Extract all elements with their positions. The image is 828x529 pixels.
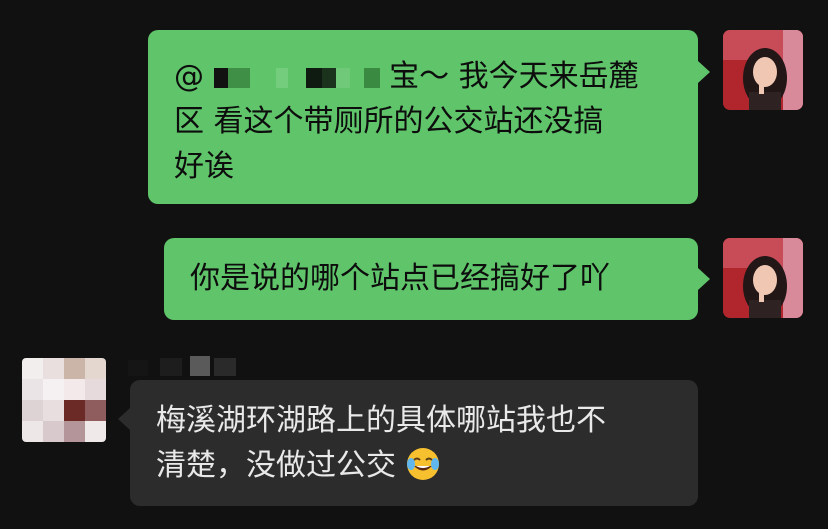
message-line: 好诶 — [174, 149, 234, 184]
message-bubble-1[interactable]: @ 宝～ 我今天来岳麓 区 看这个带厕所的公交站还没搞 好诶 — [148, 30, 698, 204]
contact-avatar[interactable] — [22, 358, 106, 442]
message-line: @ 宝～ 我今天来岳麓 — [174, 54, 698, 99]
self-avatar[interactable] — [723, 30, 803, 110]
pixelated-avatar-image — [22, 358, 106, 442]
message-bubble-3[interactable]: 梅溪湖环湖路上的具体哪站我也不 清楚，没做过公交 — [130, 380, 698, 506]
redacted-mention-name — [213, 59, 380, 94]
self-avatar[interactable] — [723, 238, 803, 318]
bubble-tail — [118, 408, 130, 430]
bubble-tail — [698, 268, 710, 290]
message-bubble-2[interactable]: 你是说的哪个站点已经搞好了吖 — [164, 238, 698, 320]
bubble-tail — [698, 61, 710, 83]
message-line: 区 看这个带厕所的公交站还没搞 — [174, 104, 604, 139]
message-text: 宝～ 我今天来岳麓 — [389, 59, 639, 94]
message-line: 梅溪湖环湖路上的具体哪站我也不 — [156, 403, 606, 438]
mention-at-symbol: @ — [174, 59, 204, 94]
message-text: 清楚，没做过公交 — [156, 448, 396, 483]
redacted-sender-name — [128, 356, 238, 378]
message-text: 你是说的哪个站点已经搞好了吖 — [190, 261, 610, 296]
face-with-tears-of-joy-icon — [406, 447, 440, 494]
message-line: 清楚，没做过公交 — [156, 443, 698, 494]
